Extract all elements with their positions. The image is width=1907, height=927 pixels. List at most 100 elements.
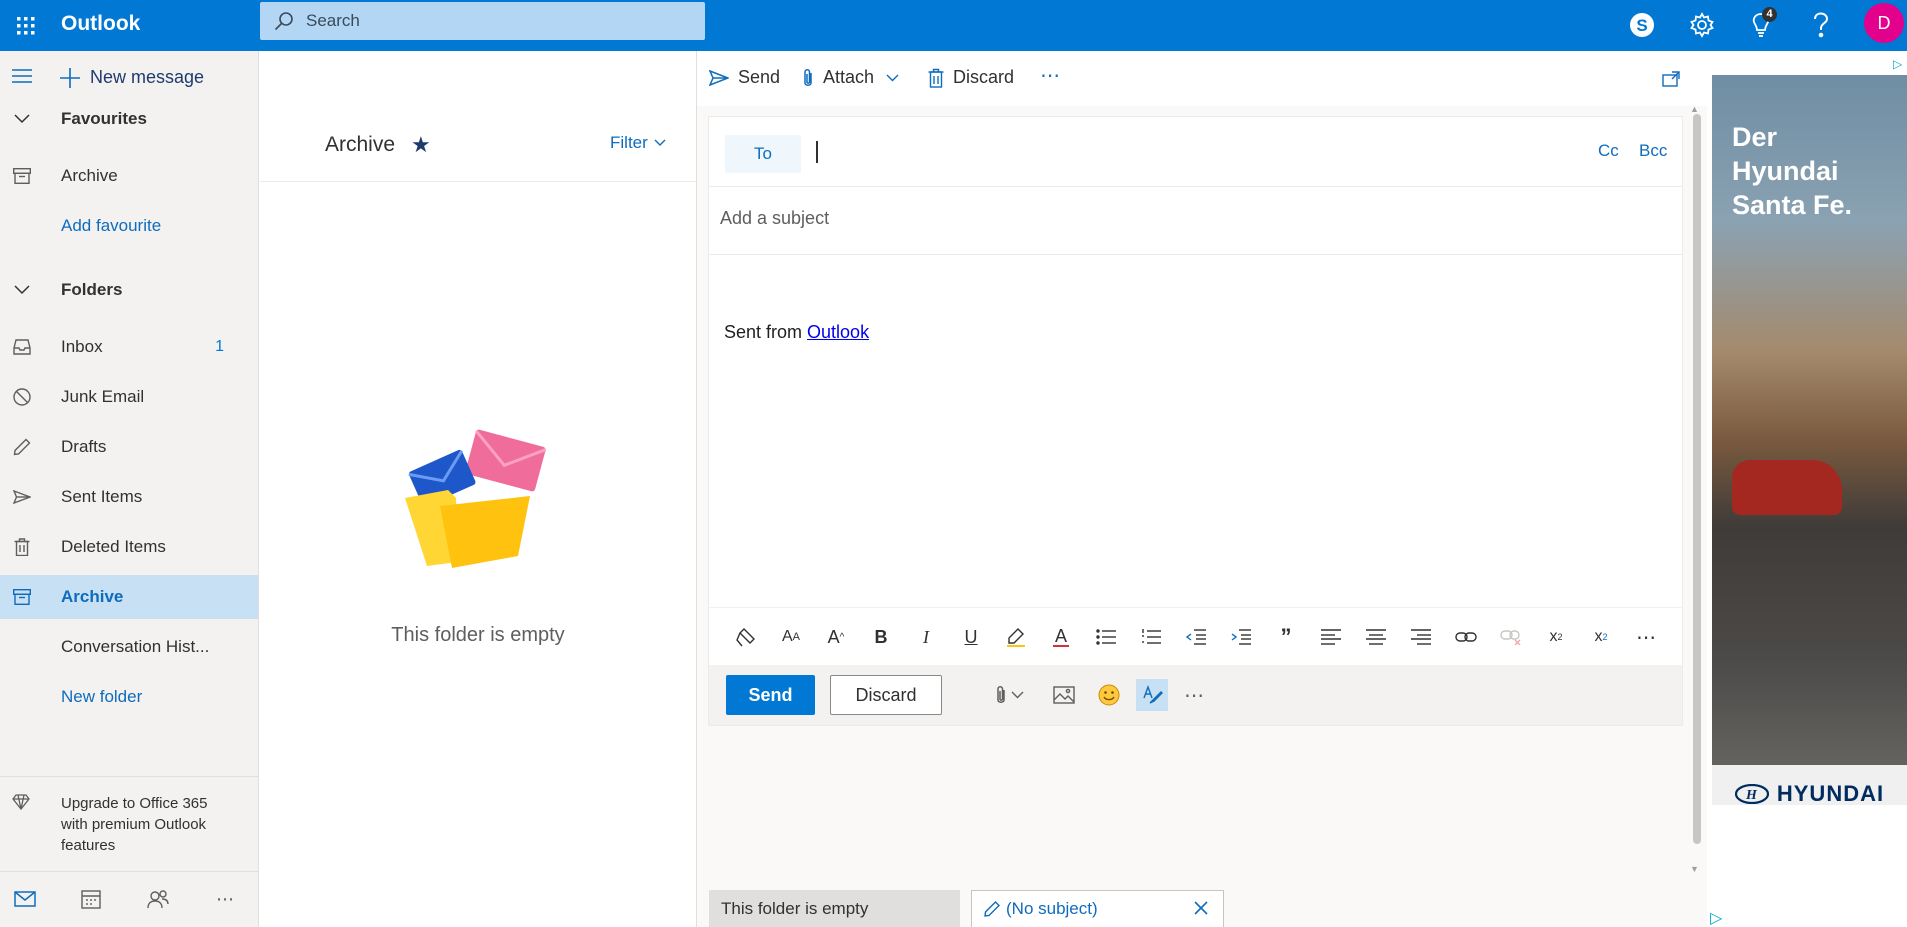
tab-label: This folder is empty [721, 898, 869, 918]
favourites-header[interactable]: Favourites [0, 97, 258, 141]
send-button[interactable]: Send [726, 675, 815, 715]
subject-row[interactable]: Add a subject [709, 187, 1682, 255]
font-color-icon[interactable]: A [1048, 624, 1074, 650]
signature-link[interactable]: Outlook [807, 322, 869, 342]
scroll-up-arrow-icon[interactable]: ▲ [1690, 104, 1699, 114]
subscript-icon[interactable]: x2 [1588, 624, 1614, 650]
ad-headline: Der Hyundai Santa Fe. [1732, 120, 1852, 222]
vertical-scrollbar[interactable] [1693, 114, 1701, 844]
underline-icon[interactable]: U [958, 624, 984, 650]
quote-icon[interactable]: ” [1273, 624, 1299, 650]
more-icon[interactable]: ⋯ [212, 886, 238, 912]
svg-text:H: H [1745, 788, 1758, 803]
numbering-icon[interactable] [1138, 624, 1164, 650]
superscript-icon[interactable]: x2 [1543, 624, 1569, 650]
scroll-down-arrow-icon[interactable]: ▼ [1690, 864, 1699, 874]
new-message-button[interactable]: New message [60, 67, 204, 88]
text-caret [816, 141, 818, 163]
app-launcher-icon[interactable] [10, 10, 42, 42]
folder-item-junk-email[interactable]: Junk Email [0, 375, 258, 419]
align-center-icon[interactable] [1363, 624, 1389, 650]
compose-command-bar: Send Attach Discard ⋯ [697, 51, 1712, 106]
advertisement[interactable]: Der Hyundai Santa Fe. H HYUNDAI [1712, 57, 1907, 805]
hamburger-menu-icon[interactable] [8, 62, 36, 90]
folder-item-archive[interactable]: Archive [0, 575, 258, 619]
left-navigation: New message Favourites Archive Add favou… [0, 51, 259, 927]
chevron-down-icon[interactable] [1006, 679, 1028, 711]
chevron-down-icon[interactable] [886, 74, 899, 82]
add-favourite-link[interactable]: Add favourite [0, 204, 258, 248]
message-body[interactable]: Sent from Outlook [724, 322, 869, 343]
attach-command-button[interactable]: Attach [802, 67, 899, 88]
ad-image: Der Hyundai Santa Fe. H HYUNDAI [1712, 75, 1907, 805]
discard-button[interactable]: Discard [830, 675, 942, 715]
more-formatting-icon[interactable]: ⋯ [1633, 624, 1659, 650]
increase-indent-icon[interactable] [1228, 624, 1254, 650]
search-icon [274, 11, 294, 31]
emoji-icon[interactable] [1093, 679, 1125, 711]
bullets-icon[interactable] [1093, 624, 1119, 650]
link-icon[interactable] [1453, 624, 1479, 650]
discard-command-button[interactable]: Discard [928, 67, 1014, 88]
font-icon[interactable]: AA [778, 624, 804, 650]
settings-gear-icon[interactable] [1682, 5, 1722, 45]
folder-item-label: Junk Email [61, 387, 145, 406]
send-command-button[interactable]: Send [709, 67, 780, 88]
plus-icon [60, 67, 80, 88]
favourite-item-archive[interactable]: Archive [0, 154, 258, 198]
folders-header[interactable]: Folders [0, 268, 258, 312]
unread-count: 1 [215, 338, 224, 355]
hyundai-logo-icon: H [1734, 784, 1769, 804]
send-command-label: Send [738, 67, 781, 87]
folder-title-text: Archive [325, 133, 396, 156]
cc-button[interactable]: Cc [1598, 141, 1619, 161]
adchoices-icon[interactable]: ▷ [1893, 57, 1902, 71]
filter-button[interactable]: Filter [610, 133, 666, 153]
editor-spelling-icon[interactable] [1136, 679, 1168, 711]
search-input[interactable]: Search [260, 2, 705, 40]
subject-input[interactable]: Add a subject [720, 208, 829, 229]
folder-item-deleted-items[interactable]: Deleted Items [0, 525, 258, 569]
align-right-icon[interactable] [1408, 624, 1434, 650]
adchoices-icon[interactable]: ▷ [1710, 908, 1722, 927]
notification-badge: 4 [1762, 7, 1777, 22]
italic-icon[interactable]: I [913, 624, 939, 650]
format-painter-icon[interactable] [733, 624, 759, 650]
bold-icon[interactable]: B [868, 624, 894, 650]
app-brand[interactable]: Outlook [61, 12, 140, 36]
help-icon[interactable] [1801, 5, 1841, 45]
mail-icon[interactable] [12, 886, 38, 912]
chevron-down-icon [12, 280, 32, 300]
decrease-indent-icon[interactable] [1183, 624, 1209, 650]
calendar-icon[interactable] [78, 886, 104, 912]
chevron-down-icon [654, 139, 666, 147]
close-icon[interactable] [1193, 900, 1209, 916]
to-button[interactable]: To [725, 135, 801, 173]
more-options-icon[interactable]: ⋯ [1178, 679, 1210, 711]
tab-draft-no-subject[interactable]: (No subject) [971, 890, 1224, 927]
insert-picture-icon[interactable] [1048, 679, 1080, 711]
align-left-icon[interactable] [1318, 624, 1344, 650]
more-actions-icon[interactable]: ⋯ [1040, 63, 1060, 88]
folder-item-label: Archive [61, 587, 124, 606]
folder-item-inbox[interactable]: Inbox 1 [0, 325, 258, 369]
highlight-icon[interactable] [1003, 624, 1029, 650]
chevron-down-icon [12, 109, 32, 129]
tab-empty-folder[interactable]: This folder is empty [709, 890, 960, 927]
whats-new-lightbulb-icon[interactable]: 4 [1741, 5, 1781, 45]
people-icon[interactable] [145, 886, 171, 912]
avatar[interactable]: D [1864, 3, 1904, 43]
new-folder-link[interactable]: New folder [0, 675, 258, 719]
folder-item-drafts[interactable]: Drafts [0, 425, 258, 469]
bcc-button[interactable]: Bcc [1639, 141, 1667, 161]
font-size-icon[interactable]: A ^ [823, 624, 849, 650]
folder-item-sent-items[interactable]: Sent Items [0, 475, 258, 519]
skype-icon[interactable]: S [1622, 5, 1662, 45]
upgrade-promo[interactable]: Upgrade to Office 365 with premium Outlo… [0, 776, 258, 856]
ad-brand-bar: H HYUNDAI [1712, 765, 1907, 805]
favourites-header-label: Favourites [61, 109, 147, 128]
star-icon[interactable]: ★ [411, 132, 431, 158]
popout-icon[interactable] [1660, 68, 1682, 90]
pencil-icon [984, 901, 1000, 917]
folder-item-conversation-history[interactable]: Conversation Hist... [0, 625, 258, 669]
